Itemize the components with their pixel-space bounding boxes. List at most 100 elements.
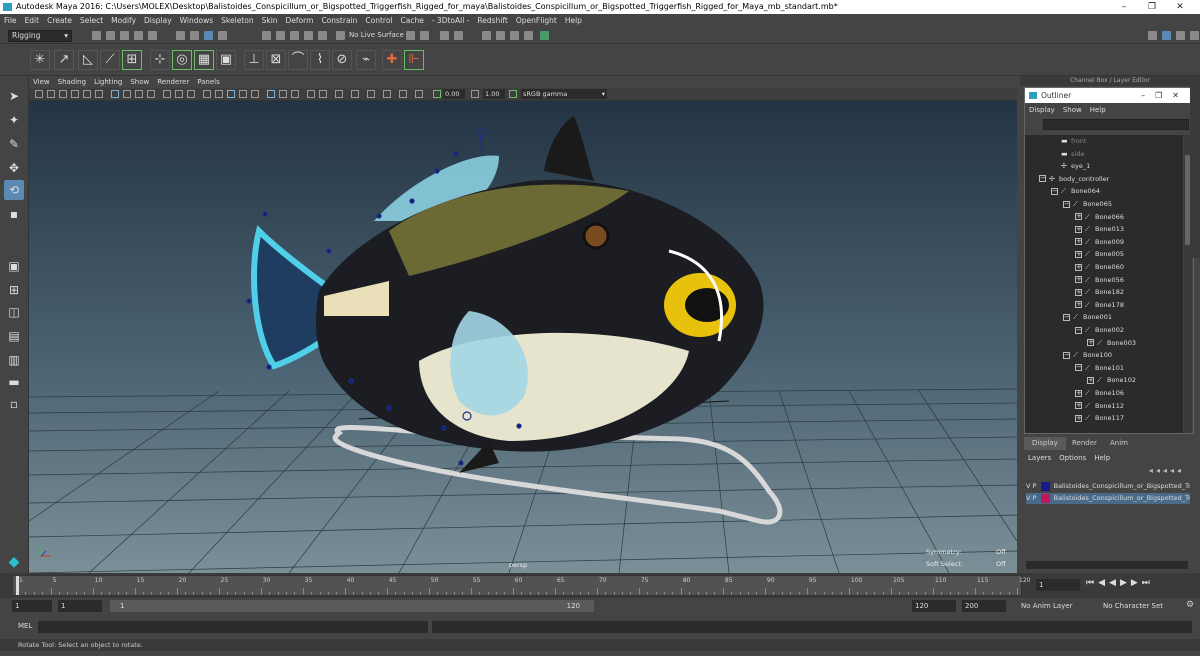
make-live-icon[interactable]	[336, 31, 345, 40]
fish-model[interactable]	[251, 116, 764, 473]
select-mask-icon[interactable]	[218, 31, 227, 40]
vp-menu-show[interactable]: Show	[126, 76, 153, 88]
menu-display[interactable]: Display	[140, 14, 176, 28]
playback-controls[interactable]: ⏮◀◀▶▶⏭	[1086, 578, 1154, 588]
layer-action-icons[interactable]: ◂◂◂◂◂	[1149, 466, 1184, 475]
close-button[interactable]: ✕	[1166, 0, 1194, 14]
paint-weights-icon[interactable]: ▦	[194, 50, 214, 70]
textured-icon[interactable]	[227, 90, 235, 98]
menu-skin[interactable]: Skin	[258, 14, 282, 28]
collapse-icon[interactable]: −	[1075, 364, 1082, 372]
joint-tool-icon[interactable]: ✳	[30, 50, 50, 70]
outliner-item[interactable]: + ⟋ Bone005	[1075, 248, 1124, 261]
exposure-field[interactable]: 0.00	[443, 89, 465, 99]
outliner-item[interactable]: + ⟋ Bone102	[1087, 374, 1136, 387]
render-view-icon[interactable]	[482, 31, 491, 40]
outliner-window-controls[interactable]: –❐✕	[1141, 88, 1189, 103]
undo-icon[interactable]	[134, 31, 143, 40]
smooth-bind-icon[interactable]: ◎	[172, 50, 192, 70]
gamma-field[interactable]: 1.00	[483, 89, 505, 99]
menu-file[interactable]: File	[0, 14, 21, 28]
preferences-icon[interactable]: ⚙	[1186, 600, 1194, 610]
outliner-item[interactable]: + ⟋ Bone056	[1075, 274, 1124, 287]
rotate-tool-icon[interactable]: ⟲	[4, 180, 24, 200]
select-camera-icon[interactable]	[35, 90, 43, 98]
layer-menu-layers[interactable]: Layers	[1024, 452, 1055, 464]
lattice-icon[interactable]: ⊠	[266, 50, 286, 70]
minimize-button[interactable]: –	[1110, 0, 1138, 14]
outliner-item[interactable]: + ⟋ Bone003	[1087, 337, 1136, 350]
outliner-item[interactable]: − ⟋ Bone002	[1075, 324, 1124, 337]
collapse-icon[interactable]: −	[1039, 175, 1046, 183]
four-view-layout-icon[interactable]: ⊞	[4, 280, 24, 300]
vp-menu-renderer[interactable]: Renderer	[153, 76, 193, 88]
side-tabs[interactable]	[1190, 78, 1200, 258]
outliner-menu-display[interactable]: Display	[1025, 104, 1059, 116]
expand-icon[interactable]: +	[1075, 225, 1082, 233]
snap-point-icon[interactable]	[290, 31, 299, 40]
outliner-item[interactable]: + ⟋ Bone106	[1075, 387, 1124, 400]
menu-edit[interactable]: Edit	[21, 14, 44, 28]
outliner-item[interactable]: + ⟋ Bone013	[1075, 223, 1124, 236]
collapse-icon[interactable]: −	[1063, 200, 1070, 208]
anim-layer-dropdown[interactable]: No Anim Layer	[1018, 600, 1096, 612]
sculpt-deformer-icon[interactable]: ⌁	[356, 50, 376, 70]
color-mgmt-icon[interactable]	[415, 90, 423, 98]
menu-windows[interactable]: Windows	[176, 14, 217, 28]
menu-select[interactable]: Select	[76, 14, 107, 28]
side-by-side-layout-icon[interactable]: ◫	[4, 302, 24, 322]
snap-view-icon[interactable]	[304, 31, 313, 40]
layout-dots-icon[interactable]: ▫	[4, 394, 24, 414]
expand-icon[interactable]: +	[1087, 376, 1094, 384]
point-constraint-icon[interactable]: ✚	[382, 50, 402, 70]
tab-display[interactable]: Display	[1024, 437, 1066, 450]
shadows-icon[interactable]	[251, 90, 259, 98]
render-frame-icon[interactable]	[496, 31, 505, 40]
ambient-occlusion-icon[interactable]	[291, 90, 299, 98]
menu-redshift[interactable]: Redshift	[473, 14, 511, 28]
attribute-editor-toggle-icon[interactable]	[1162, 31, 1171, 40]
depth-of-field-icon[interactable]	[319, 90, 327, 98]
menuset-dropdown[interactable]: Rigging ▾	[8, 30, 72, 42]
expand-icon[interactable]: +	[1075, 263, 1082, 271]
expand-icon[interactable]: +	[1075, 402, 1082, 410]
snap-curve-icon[interactable]	[276, 31, 285, 40]
open-scene-icon[interactable]	[106, 31, 115, 40]
tool-settings-toggle-icon[interactable]	[1176, 31, 1185, 40]
current-frame-field[interactable]: 1	[1036, 579, 1080, 591]
construction-history-icon[interactable]	[454, 31, 463, 40]
layer-visible-toggle[interactable]: V	[1026, 482, 1030, 490]
outliner-item[interactable]: + ⟋ Bone117	[1075, 412, 1124, 425]
outliner-item[interactable]: − ⟋ Bone064	[1051, 185, 1100, 198]
motion-blur-icon[interactable]	[367, 90, 375, 98]
save-scene-icon[interactable]	[120, 31, 129, 40]
layer-row[interactable]: V P Balistoides_Conspicillum_or_Bigspott…	[1026, 481, 1190, 492]
xray-icon[interactable]	[267, 90, 275, 98]
color-space-dropdown[interactable]: sRGB gamma ▾	[521, 89, 607, 99]
outliner-item[interactable]: + ⟋ Bone112	[1075, 400, 1124, 413]
layer-color-swatch[interactable]	[1040, 493, 1050, 503]
menu-control[interactable]: Control	[361, 14, 396, 28]
wireframe-icon[interactable]	[187, 90, 195, 98]
resolution-gate-icon[interactable]	[123, 90, 131, 98]
maximize-button[interactable]: ❐	[1138, 0, 1166, 14]
layer-scrollbar[interactable]	[1026, 561, 1188, 569]
layer-menu-help[interactable]: Help	[1090, 452, 1114, 464]
command-input[interactable]	[38, 621, 428, 633]
playback-end-field[interactable]: 120	[912, 600, 956, 612]
multisample-icon[interactable]	[399, 90, 407, 98]
outliner-item[interactable]: + ⟋ Bone066	[1075, 211, 1124, 224]
bind-skin-icon[interactable]: ⊹	[150, 50, 170, 70]
graph-layout-icon[interactable]: ▥	[4, 350, 24, 370]
camera-attributes-icon[interactable]	[47, 90, 55, 98]
menu-create[interactable]: Create	[43, 14, 76, 28]
collapse-icon[interactable]: −	[1075, 326, 1082, 334]
lights-icon[interactable]	[239, 90, 247, 98]
menu-cache[interactable]: Cache	[397, 14, 428, 28]
outliner-item[interactable]: − ⟋ Bone001	[1063, 311, 1112, 324]
collapse-icon[interactable]: −	[1063, 351, 1070, 359]
history-icon[interactable]	[406, 31, 415, 40]
layer-color-swatch[interactable]	[1040, 481, 1050, 491]
expand-icon[interactable]: +	[1075, 414, 1082, 422]
tab-render[interactable]: Render	[1064, 437, 1105, 450]
